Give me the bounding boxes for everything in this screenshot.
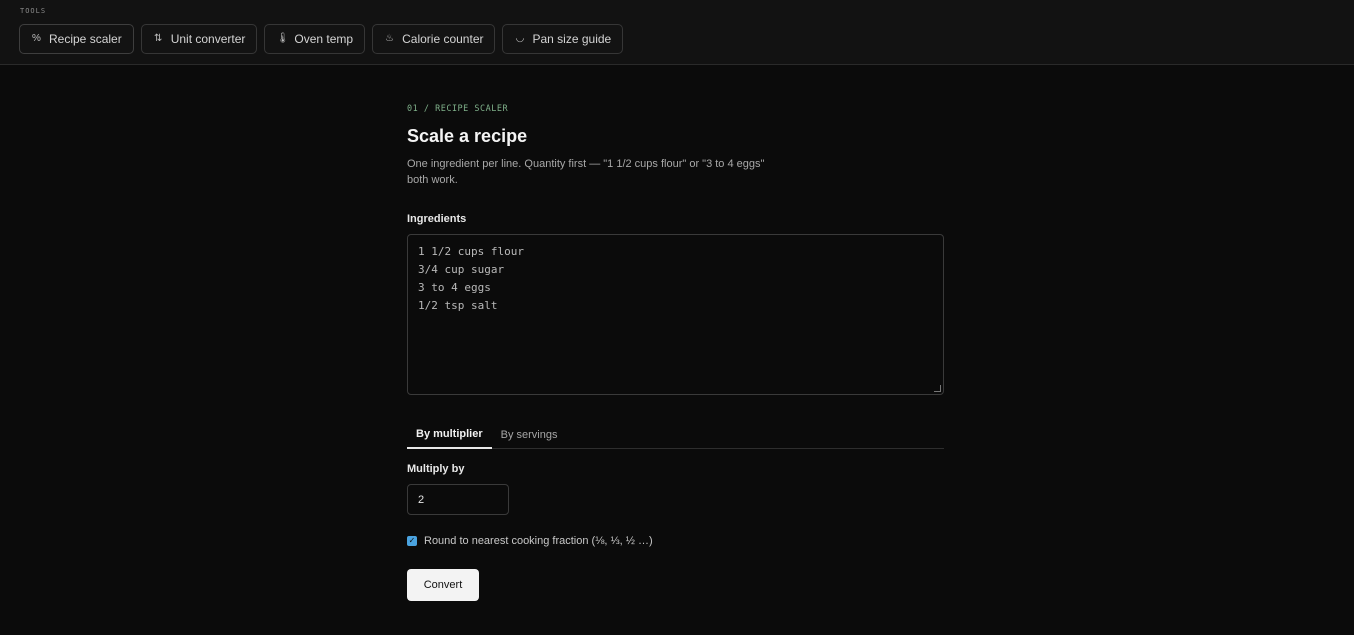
ingredient-line: 3/4 cup sugar [418, 263, 505, 276]
thermometer-icon: 🌡 [276, 33, 290, 44]
multiplier-input[interactable]: 2 [407, 484, 509, 515]
tool-unit-converter-button[interactable]: ⇅ Unit converter [140, 24, 258, 54]
top-toolbar: TOOLS % Recipe scaler ⇅ Unit converter 🌡… [0, 0, 1354, 65]
ingredients-label: Ingredients [407, 213, 467, 225]
swap-arrows-icon: ⇅ [154, 33, 163, 44]
tool-recipe-scaler-button[interactable]: % Recipe scaler [19, 24, 134, 54]
tools-section-label: TOOLS [20, 7, 47, 15]
ingredient-line: 1/2 tsp salt [418, 299, 498, 312]
pan-icon: ◡ [515, 33, 525, 44]
scale-mode-tabs: By multiplier By servings [407, 420, 944, 449]
flame-icon: ♨ [385, 33, 395, 44]
ingredients-textarea[interactable]: 1 1/2 cups flour 3/4 cup sugar 3 to 4 eg… [407, 234, 944, 395]
tools-nav: % Recipe scaler ⇅ Unit converter 🌡 Oven … [19, 24, 624, 54]
tool-calorie-counter-button[interactable]: ♨ Calorie counter [372, 24, 496, 54]
tool-label: Recipe scaler [49, 32, 122, 46]
page-description: One ingredient per line. Quantity first … [407, 158, 765, 186]
ingredient-line: 3 to 4 eggs [418, 281, 491, 294]
round-fraction-label: Round to nearest cooking fraction (⅛, ⅓,… [424, 535, 653, 547]
tool-label: Oven temp [294, 32, 354, 46]
section-eyebrow: 01 / RECIPE SCALER [407, 104, 509, 114]
tool-oven-temp-button[interactable]: 🌡 Oven temp [264, 24, 366, 54]
convert-button[interactable]: Convert [407, 569, 479, 601]
multiply-by-label: Multiply by [407, 463, 465, 475]
tool-label: Unit converter [170, 32, 246, 46]
tab-by-multiplier[interactable]: By multiplier [407, 420, 492, 449]
tab-by-servings[interactable]: By servings [492, 420, 567, 449]
tool-label: Pan size guide [532, 32, 612, 46]
resize-handle[interactable] [934, 385, 941, 392]
page-title: Scale a recipe [407, 126, 528, 146]
round-fraction-option[interactable]: ✓ Round to nearest cooking fraction (⅛, … [407, 535, 653, 547]
tool-pan-size-guide-button[interactable]: ◡ Pan size guide [502, 24, 624, 54]
ingredient-line: 1 1/2 cups flour [418, 245, 524, 258]
percent-icon: % [32, 33, 41, 44]
tool-label: Calorie counter [402, 32, 484, 46]
round-fraction-checkbox[interactable]: ✓ [407, 536, 417, 546]
